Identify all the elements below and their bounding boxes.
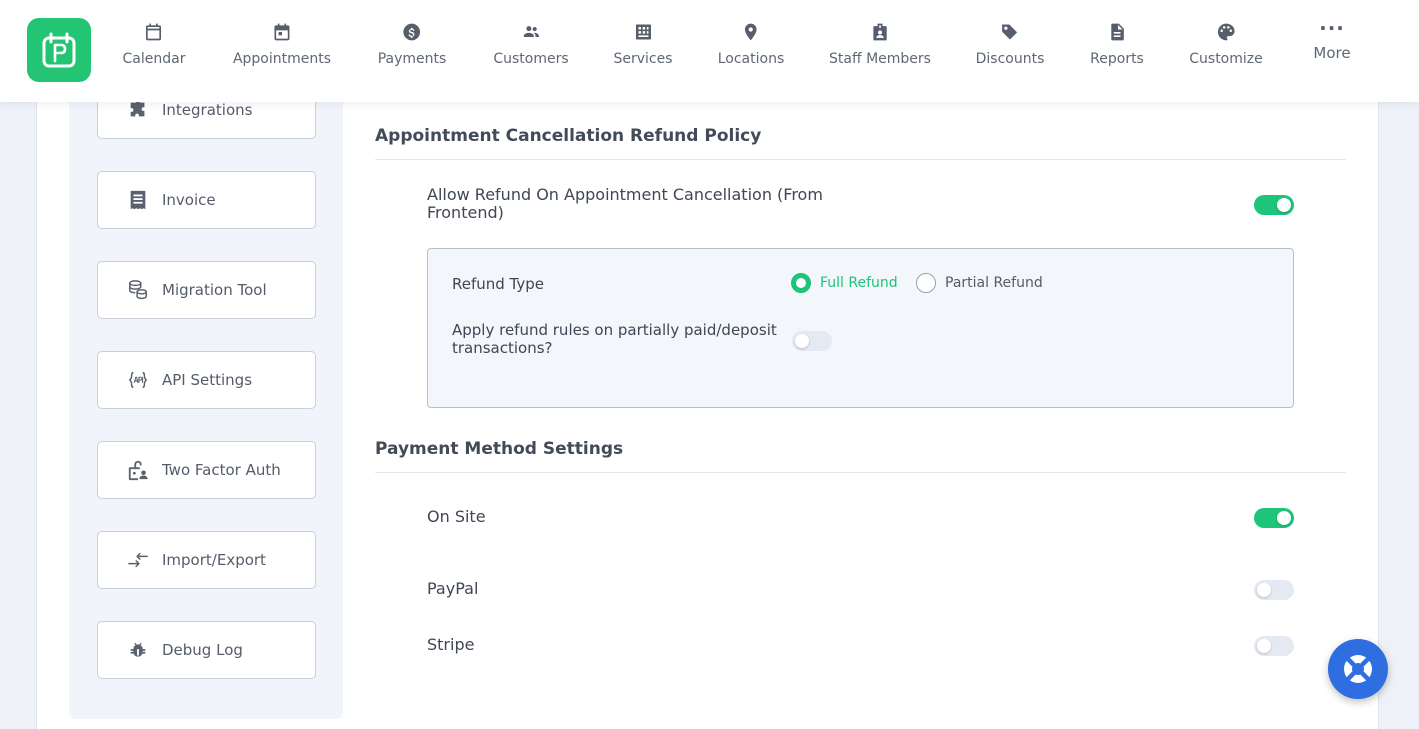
tag-icon xyxy=(1002,24,1018,40)
sidebar-item-label: Migration Tool xyxy=(162,281,267,299)
method-label-stripe: Stripe xyxy=(427,635,475,654)
map-pin-icon xyxy=(745,23,757,41)
bug-icon xyxy=(126,638,150,662)
sidebar-item-label: Invoice xyxy=(162,191,216,209)
nav-appointments[interactable]: Appointments xyxy=(233,0,331,102)
nav-label: Customize xyxy=(1189,51,1263,67)
allow-refund-label-line1: Allow Refund On Appointment Cancellation… xyxy=(427,185,823,204)
nav-label: Staff Members xyxy=(829,51,931,67)
sidebar-item-label: Two Factor Auth xyxy=(162,461,281,479)
nav-label: Appointments xyxy=(232,51,332,67)
staff-badge-icon xyxy=(873,23,887,41)
sidebar-item-api-settings[interactable]: API Settings xyxy=(97,351,316,409)
invoice-icon xyxy=(126,188,150,212)
lock-user-icon xyxy=(126,458,150,482)
sidebar-item-two-factor-auth[interactable]: Two Factor Auth xyxy=(97,441,316,499)
partial-rules-label-line1: Apply refund rules on partially paid/dep… xyxy=(452,321,777,339)
radio-label: Partial Refund xyxy=(945,275,1043,291)
nav-discounts[interactable]: Discounts xyxy=(975,0,1045,102)
nav-label: Services xyxy=(613,51,673,67)
radio-label: Full Refund xyxy=(820,275,898,291)
lifebuoy-icon xyxy=(1344,655,1372,683)
sidebar-item-import-export[interactable]: Import/Export xyxy=(97,531,316,589)
nav-label: Discounts xyxy=(975,51,1045,67)
toggle-knob xyxy=(1277,511,1291,525)
method-label-on-site: On Site xyxy=(427,507,486,526)
sidebar-item-label: Debug Log xyxy=(162,641,243,659)
calendar-icon xyxy=(146,23,162,41)
nav-customers[interactable]: Customers xyxy=(493,0,569,102)
nav-label: Locations xyxy=(717,51,785,67)
payment-methods-title: Payment Method Settings xyxy=(375,439,624,459)
arrows-exchange-icon xyxy=(126,548,150,572)
database-icon xyxy=(126,278,150,302)
nav-locations[interactable]: Locations xyxy=(717,0,785,102)
nav-staff-members[interactable]: Staff Members xyxy=(829,0,931,102)
top-nav-bar: Calendar Appointments Payments Customers… xyxy=(0,0,1419,102)
nav-more[interactable]: ··· More xyxy=(1313,0,1350,102)
method-label-paypal: PayPal xyxy=(427,579,479,598)
more-dots-icon: ··· xyxy=(1319,16,1345,40)
allow-refund-label-line2: Frontend) xyxy=(427,203,504,222)
nav-label: Reports xyxy=(1090,51,1144,67)
on-site-toggle[interactable] xyxy=(1254,508,1294,528)
toggle-knob xyxy=(1277,198,1291,212)
sidebar-item-label: Import/Export xyxy=(162,551,266,569)
nav-label: Customers xyxy=(493,51,569,67)
radio-circle xyxy=(791,273,811,293)
divider xyxy=(375,159,1346,160)
nav-label: Payments xyxy=(377,51,447,67)
radio-partial-refund[interactable]: Partial Refund xyxy=(916,273,1043,293)
toggle-knob xyxy=(1257,639,1271,653)
allow-refund-toggle[interactable] xyxy=(1254,195,1294,215)
nav-label: More xyxy=(1313,44,1351,62)
stripe-toggle[interactable] xyxy=(1254,636,1294,656)
report-file-icon xyxy=(1111,23,1124,41)
sidebar-item-invoice[interactable]: Invoice xyxy=(97,171,316,229)
sidebar-item-label: API Settings xyxy=(162,371,253,389)
help-button[interactable] xyxy=(1328,639,1388,699)
users-icon xyxy=(523,26,539,37)
sidebar-item-label: Integrations xyxy=(162,101,253,119)
nav-reports[interactable]: Reports xyxy=(1090,0,1144,102)
dollar-coin-icon xyxy=(403,23,421,41)
partial-rules-label-line2: transactions? xyxy=(452,339,553,357)
toggle-knob xyxy=(795,334,809,348)
nav-label: Calendar xyxy=(122,51,186,67)
nav-payments[interactable]: Payments xyxy=(377,0,447,102)
refund-policy-title: Appointment Cancellation Refund Policy xyxy=(375,126,762,146)
calendar-check-icon xyxy=(274,23,290,41)
radio-circle xyxy=(916,273,936,293)
app-logo[interactable] xyxy=(27,18,91,82)
radio-full-refund[interactable]: Full Refund xyxy=(791,273,898,293)
partial-rules-label: Apply refund rules on partially paid/dep… xyxy=(452,321,777,357)
paypal-toggle[interactable] xyxy=(1254,580,1294,600)
services-grid-icon xyxy=(635,24,651,40)
api-icon xyxy=(126,368,150,392)
sidebar-item-debug-log[interactable]: Debug Log xyxy=(97,621,316,679)
logo-icon xyxy=(42,32,76,68)
palette-icon xyxy=(1217,23,1235,41)
nav-services[interactable]: Services xyxy=(613,0,673,102)
divider xyxy=(375,472,1346,473)
partial-rules-toggle[interactable] xyxy=(792,331,832,351)
refund-options-panel: Refund Type Full Refund Partial Refund A… xyxy=(427,248,1294,408)
toggle-knob xyxy=(1257,583,1271,597)
refund-type-label: Refund Type xyxy=(452,275,545,293)
nav-calendar[interactable]: Calendar xyxy=(122,0,186,102)
allow-refund-label: Allow Refund On Appointment Cancellation… xyxy=(427,186,823,222)
nav-customize[interactable]: Customize xyxy=(1189,0,1263,102)
sidebar-item-migration-tool[interactable]: Migration Tool xyxy=(97,261,316,319)
